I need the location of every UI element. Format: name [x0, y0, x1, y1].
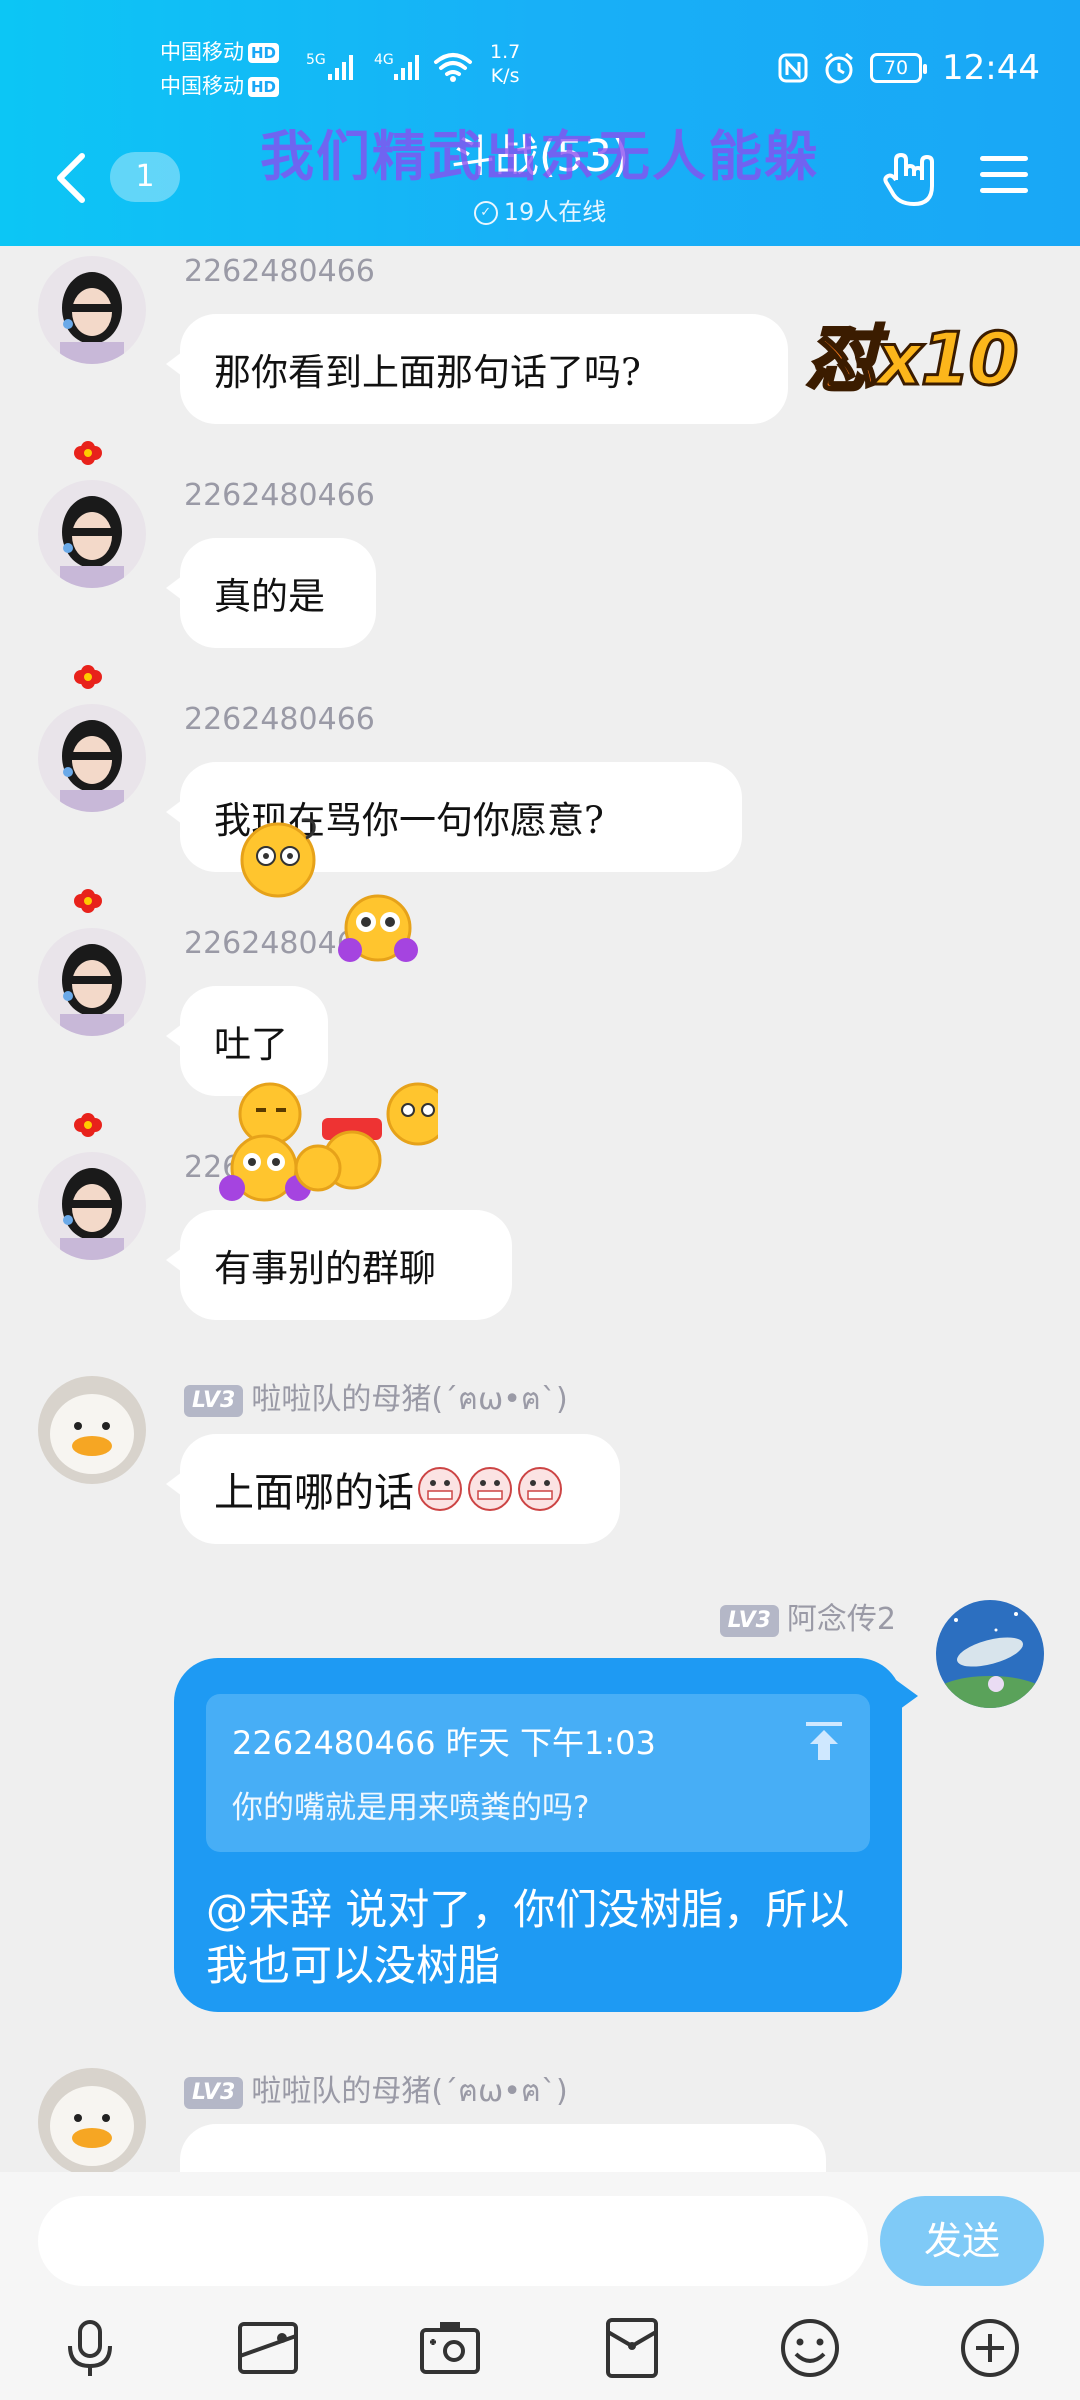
sender-label: 啦啦队的母猪(´ฅω•ฅ`) [251, 1382, 568, 1417]
sender-name[interactable]: LV3 啦啦队的母猪(´ฅω•ฅ`) [184, 2066, 568, 2115]
message-bubble[interactable]: 上面哪的话 [180, 1434, 620, 1544]
fire-text: 怼 [804, 316, 879, 403]
hd-badge: HD [248, 43, 280, 63]
girl-avatar-icon [38, 480, 146, 588]
check-circle-icon: ✓ [473, 201, 498, 225]
emoji-cluster-sticker [219, 1082, 438, 1202]
girl-avatar-icon [38, 1152, 146, 1260]
sky-avatar-icon [936, 1600, 1044, 1708]
my-avatar[interactable] [936, 1600, 1044, 1708]
message-input[interactable] [38, 2196, 868, 2286]
girl-avatar-icon [38, 256, 146, 364]
quote-text: 你的嘴就是用来喷粪的吗? [232, 1790, 590, 1826]
fire-count: x10 [875, 316, 1021, 403]
flower-badge-icon [74, 665, 102, 689]
nfc-icon [778, 53, 808, 83]
sender-label: 啦啦队的母猪(´ฅω•ฅ`) [251, 2074, 568, 2109]
girl-avatar-icon [38, 704, 146, 812]
wifi-icon [434, 53, 472, 76]
flower-badge-icon [74, 441, 102, 465]
quote-header: 2262480466 昨天 下午1:03 [232, 1724, 656, 1762]
message-bubble[interactable]: 有事别的群聊 [180, 1210, 512, 1320]
emoji-icon[interactable] [778, 2316, 842, 2380]
carrier-1: 中国移动 HD [160, 36, 280, 66]
starry-eyes-emoji-icon [338, 894, 418, 962]
avatar[interactable] [38, 928, 146, 1036]
online-label: 19人在线 [503, 198, 607, 226]
photo-icon[interactable] [236, 2316, 300, 2380]
battery-level: 70 [883, 57, 909, 79]
message-bubble[interactable]: 那你看到上面那句话了吗? [180, 314, 788, 424]
send-button[interactable]: 发送 [880, 2196, 1044, 2286]
chat-screen: 中国移动 HD 中国移动 HD 5G 4G 1.7 K/s 70 12:44 1… [0, 0, 1080, 2400]
chat-title-area[interactable]: 斗战(53) 我们精武出东无人能躲 [220, 122, 860, 192]
avatar[interactable] [38, 704, 146, 812]
sender-name[interactable]: LV3 阿念传2 [719, 1594, 896, 1638]
signal-icon [328, 55, 353, 80]
duck-avatar-icon [38, 1376, 146, 1484]
network-speed: 1.7 K/s [490, 40, 520, 88]
menu-icon[interactable] [978, 152, 1030, 198]
avatar[interactable] [38, 256, 146, 364]
hd-badge-2: HD [248, 77, 280, 97]
status-right: 70 12:44 [778, 48, 1040, 88]
sender-name[interactable]: 2262480466 [184, 254, 375, 289]
signal-wifi-icons: 5G 4G [306, 52, 472, 82]
speed-unit: K/s [490, 65, 520, 87]
level-badge: LV3 [184, 1384, 244, 1417]
battery-icon: 70 [870, 53, 928, 83]
avatar[interactable] [38, 480, 146, 588]
avatar[interactable] [38, 1152, 146, 1260]
avatar[interactable] [38, 1376, 146, 1484]
flower-badge-icon [74, 1113, 102, 1137]
carrier-1-label: 中国移动 [160, 40, 244, 64]
duck-avatar-icon [38, 2068, 146, 2176]
my-message-bubble[interactable]: 2262480466 昨天 下午1:03 你的嘴就是用来喷粪的吗? @宋辞 说对… [174, 1658, 902, 2012]
sender-name[interactable]: 2262480466 [184, 702, 375, 737]
plus-icon[interactable] [958, 2316, 1022, 2380]
sender-name[interactable]: 2262480466 [184, 478, 375, 513]
confused-emoji-icon [240, 818, 316, 898]
clock: 12:44 [942, 48, 1040, 88]
message-bubble[interactable]: 真的是 [180, 538, 376, 648]
message-text: @宋辞 说对了，你们没树脂，所以我也可以没树脂 [206, 1885, 850, 1990]
carrier-2: 中国移动 HD [160, 70, 280, 100]
carrier-2-label: 中国移动 [160, 74, 244, 98]
rock-hand-icon[interactable] [880, 150, 940, 210]
microphone-icon[interactable] [58, 2316, 122, 2380]
net-4g-label: 4G [374, 52, 394, 68]
girl-avatar-icon [38, 928, 146, 1036]
quoted-message[interactable]: 2262480466 昨天 下午1:03 你的嘴就是用来喷粪的吗? [206, 1694, 870, 1852]
red-packet-icon[interactable] [600, 2316, 664, 2380]
level-badge: LV3 [184, 2076, 244, 2109]
net-5g-label: 5G [306, 52, 326, 68]
sender-name[interactable]: LV3 啦啦队的母猪(´ฅω•ฅ`) [184, 1374, 568, 1423]
sender-label: 阿念传2 [786, 1602, 896, 1637]
avatar[interactable] [38, 2068, 146, 2176]
fire-x10-sticker: 怼x10 [804, 300, 1021, 405]
input-bar: 发送 [0, 2172, 1080, 2400]
group-effect-banner: 我们精武出东无人能躲 [260, 125, 820, 188]
alarm-icon [825, 52, 853, 84]
flower-badge-icon [74, 889, 102, 913]
grimace-emoji-icon [418, 1467, 562, 1511]
level-badge: LV3 [719, 1604, 779, 1637]
jump-to-top-icon[interactable] [804, 1720, 844, 1762]
message-text: 上面哪的话 [214, 1470, 414, 1516]
signal-icon-2 [394, 55, 419, 80]
header-bar: 中国移动 HD 中国移动 HD 5G 4G 1.7 K/s 70 12:44 1… [0, 0, 1080, 246]
speed-value: 1.7 [490, 41, 521, 63]
camera-icon[interactable] [418, 2316, 482, 2380]
